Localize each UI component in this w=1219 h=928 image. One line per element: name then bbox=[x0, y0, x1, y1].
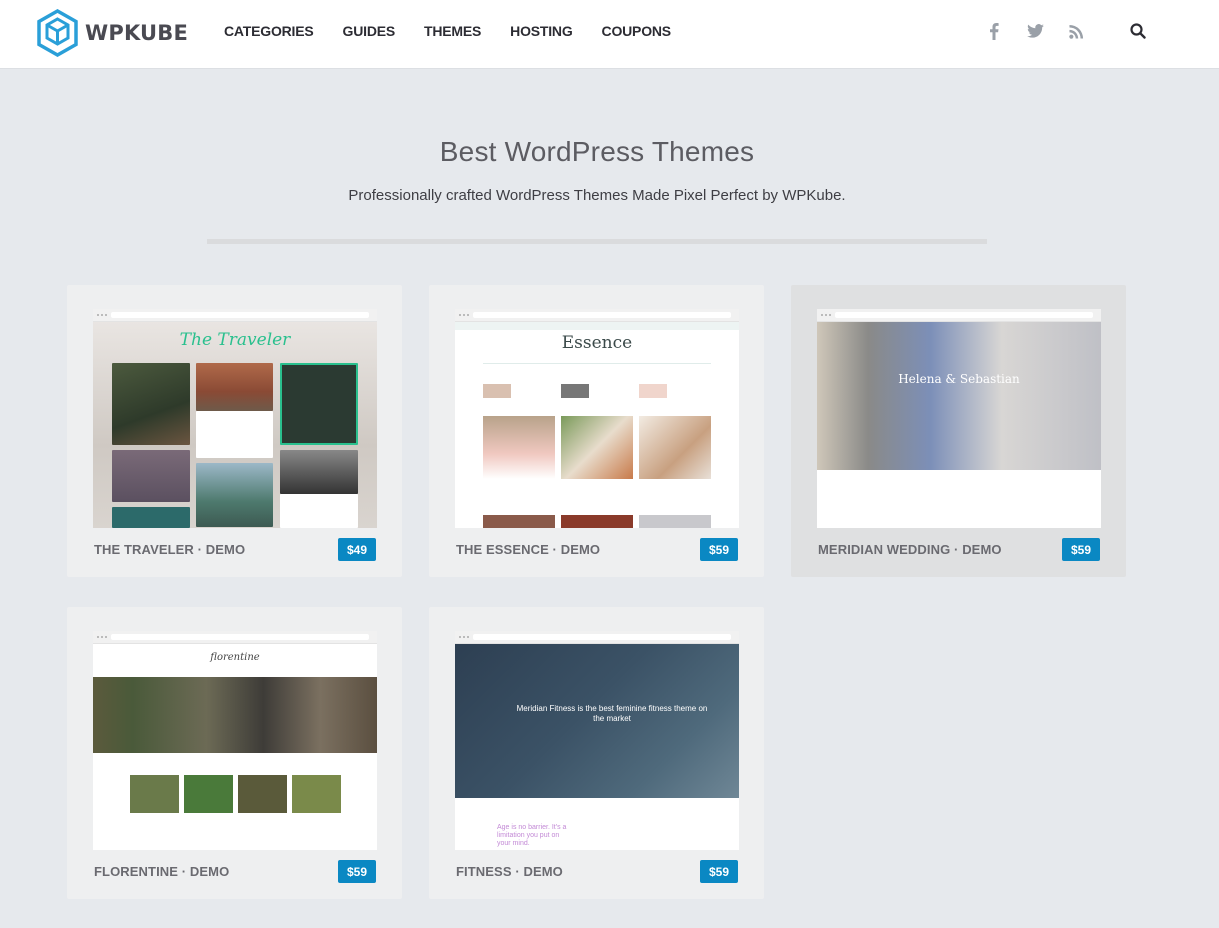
preview-heading: Essence bbox=[561, 333, 633, 353]
preview-tagline: Age is no barrier. It's a limitation you… bbox=[497, 824, 567, 847]
price-badge[interactable]: $49 bbox=[338, 538, 376, 561]
theme-card-meridian-wedding[interactable]: Helena & Sebastian MERIDIAN WEDDING · DE… bbox=[791, 285, 1126, 577]
nav-categories[interactable]: CATEGORIES bbox=[224, 23, 314, 39]
theme-title[interactable]: THE TRAVELER · DEMO bbox=[94, 542, 245, 557]
browser-bar bbox=[817, 309, 1101, 322]
preview-heading: florentine bbox=[210, 652, 260, 663]
theme-title[interactable]: THE ESSENCE · DEMO bbox=[456, 542, 600, 557]
theme-preview-image[interactable]: Essence bbox=[455, 309, 739, 528]
theme-card-florentine[interactable]: florentine FLORENTINE · DEMO $59 bbox=[67, 607, 402, 899]
theme-card-traveler[interactable]: The Traveler THE TRAVELER · DEMO $49 bbox=[67, 285, 402, 577]
browser-bar bbox=[455, 631, 739, 644]
nav-themes[interactable]: THEMES bbox=[424, 23, 481, 39]
rss-icon[interactable] bbox=[1067, 22, 1085, 40]
theme-preview-image[interactable]: florentine bbox=[93, 631, 377, 850]
browser-bar bbox=[93, 631, 377, 644]
nav-coupons[interactable]: COUPONS bbox=[602, 23, 672, 39]
divider bbox=[207, 239, 987, 244]
theme-title[interactable]: FLORENTINE · DEMO bbox=[94, 864, 229, 879]
theme-preview-image[interactable]: Helena & Sebastian bbox=[817, 309, 1101, 528]
search-button[interactable] bbox=[1129, 22, 1147, 40]
nav-hosting[interactable]: HOSTING bbox=[510, 23, 573, 39]
theme-card-essence[interactable]: Essence THE ESSENCE · DEMO $59 bbox=[429, 285, 764, 577]
page-title: Best WordPress Themes bbox=[439, 136, 755, 167]
social-links bbox=[985, 22, 1108, 40]
browser-bar bbox=[455, 309, 739, 322]
theme-title[interactable]: MERIDIAN WEDDING · DEMO bbox=[818, 542, 1002, 557]
preview-heading: The Traveler bbox=[179, 330, 291, 350]
theme-card-fitness[interactable]: Meridian Fitness is the best feminine fi… bbox=[429, 607, 764, 899]
logo-text: WPKUBE bbox=[85, 21, 189, 45]
theme-preview-image[interactable]: The Traveler bbox=[93, 309, 377, 528]
price-badge[interactable]: $59 bbox=[700, 860, 738, 883]
price-badge[interactable]: $59 bbox=[700, 538, 738, 561]
theme-title[interactable]: FITNESS · DEMO bbox=[456, 864, 563, 879]
price-badge[interactable]: $59 bbox=[338, 860, 376, 883]
browser-bar bbox=[93, 309, 377, 322]
site-logo[interactable]: WPKUBE bbox=[36, 9, 188, 57]
main-nav: CATEGORIES GUIDES THEMES HOSTING COUPONS bbox=[224, 23, 700, 39]
nav-guides[interactable]: GUIDES bbox=[343, 23, 396, 39]
facebook-icon[interactable] bbox=[985, 22, 1003, 40]
site-header: WPKUBE CATEGORIES GUIDES THEMES HOSTING … bbox=[0, 0, 1219, 69]
preview-heading: Helena & Sebastian bbox=[898, 372, 1020, 386]
cube-logo-icon bbox=[37, 9, 78, 57]
twitter-icon[interactable] bbox=[1026, 22, 1044, 40]
page-subtitle: Professionally crafted WordPress Themes … bbox=[348, 187, 846, 204]
search-icon bbox=[1130, 23, 1146, 39]
theme-preview-image[interactable]: Meridian Fitness is the best feminine fi… bbox=[455, 631, 739, 850]
preview-heading: Meridian Fitness is the best feminine fi… bbox=[516, 704, 708, 723]
price-badge[interactable]: $59 bbox=[1062, 538, 1100, 561]
